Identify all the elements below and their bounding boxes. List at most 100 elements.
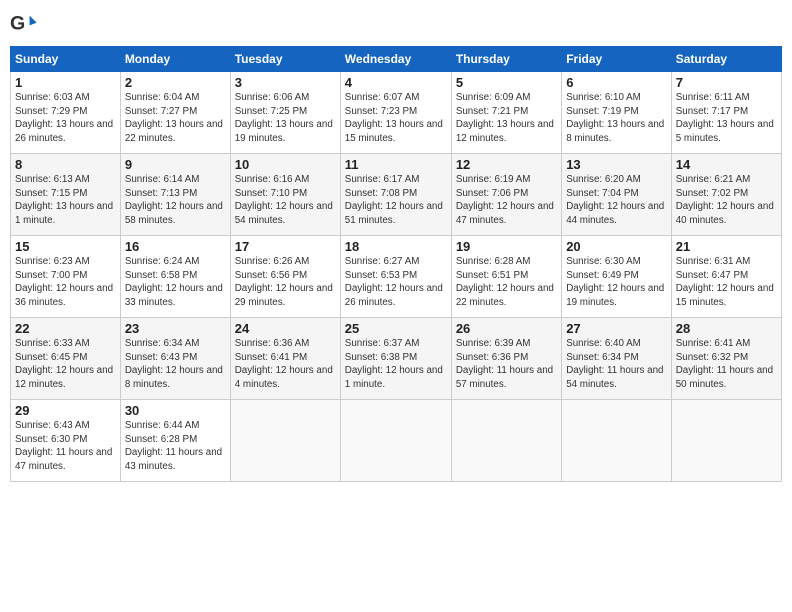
day-number: 5 [456,75,557,90]
day-number: 10 [235,157,336,172]
day-info: Sunrise: 6:09 AMSunset: 7:21 PMDaylight:… [456,92,554,144]
calendar-cell: 21 Sunrise: 6:31 AMSunset: 6:47 PMDaylig… [671,236,781,318]
day-number: 28 [676,321,777,336]
day-number: 21 [676,239,777,254]
calendar-cell: 10 Sunrise: 6:16 AMSunset: 7:10 PMDaylig… [230,154,340,236]
day-info: Sunrise: 6:34 AMSunset: 6:43 PMDaylight:… [125,338,223,390]
calendar-cell: 23 Sunrise: 6:34 AMSunset: 6:43 PMDaylig… [120,318,230,400]
day-info: Sunrise: 6:26 AMSunset: 6:56 PMDaylight:… [235,256,333,308]
day-number: 2 [125,75,226,90]
calendar-cell: 15 Sunrise: 6:23 AMSunset: 7:00 PMDaylig… [11,236,121,318]
calendar-cell: 3 Sunrise: 6:06 AMSunset: 7:25 PMDayligh… [230,72,340,154]
day-info: Sunrise: 6:16 AMSunset: 7:10 PMDaylight:… [235,174,333,226]
day-info: Sunrise: 6:24 AMSunset: 6:58 PMDaylight:… [125,256,223,308]
day-number: 19 [456,239,557,254]
day-info: Sunrise: 6:27 AMSunset: 6:53 PMDaylight:… [345,256,443,308]
day-info: Sunrise: 6:30 AMSunset: 6:49 PMDaylight:… [566,256,664,308]
calendar-cell: 25 Sunrise: 6:37 AMSunset: 6:38 PMDaylig… [340,318,451,400]
weekday-header-thursday: Thursday [451,47,561,72]
calendar-cell: 5 Sunrise: 6:09 AMSunset: 7:21 PMDayligh… [451,72,561,154]
day-number: 30 [125,403,226,418]
day-info: Sunrise: 6:20 AMSunset: 7:04 PMDaylight:… [566,174,664,226]
calendar-cell [451,400,561,482]
day-number: 26 [456,321,557,336]
weekday-header-sunday: Sunday [11,47,121,72]
day-number: 29 [15,403,116,418]
day-info: Sunrise: 6:28 AMSunset: 6:51 PMDaylight:… [456,256,554,308]
day-info: Sunrise: 6:21 AMSunset: 7:02 PMDaylight:… [676,174,774,226]
calendar-cell [671,400,781,482]
day-info: Sunrise: 6:14 AMSunset: 7:13 PMDaylight:… [125,174,223,226]
calendar-cell: 8 Sunrise: 6:13 AMSunset: 7:15 PMDayligh… [11,154,121,236]
day-number: 12 [456,157,557,172]
day-info: Sunrise: 6:36 AMSunset: 6:41 PMDaylight:… [235,338,333,390]
day-number: 1 [15,75,116,90]
calendar-cell: 6 Sunrise: 6:10 AMSunset: 7:19 PMDayligh… [562,72,672,154]
day-number: 15 [15,239,116,254]
calendar-cell: 11 Sunrise: 6:17 AMSunset: 7:08 PMDaylig… [340,154,451,236]
calendar-week-row: 1 Sunrise: 6:03 AMSunset: 7:29 PMDayligh… [11,72,782,154]
calendar-cell: 30 Sunrise: 6:44 AMSunset: 6:28 PMDaylig… [120,400,230,482]
day-info: Sunrise: 6:44 AMSunset: 6:28 PMDaylight:… [125,420,222,472]
svg-text:G: G [10,13,25,35]
day-number: 14 [676,157,777,172]
day-number: 7 [676,75,777,90]
day-info: Sunrise: 6:43 AMSunset: 6:30 PMDaylight:… [15,420,112,472]
calendar-cell: 29 Sunrise: 6:43 AMSunset: 6:30 PMDaylig… [11,400,121,482]
calendar-cell: 9 Sunrise: 6:14 AMSunset: 7:13 PMDayligh… [120,154,230,236]
page-header: G [10,10,782,38]
day-number: 22 [15,321,116,336]
calendar-cell [562,400,672,482]
logo: G [10,10,42,38]
day-info: Sunrise: 6:33 AMSunset: 6:45 PMDaylight:… [15,338,113,390]
calendar-week-row: 8 Sunrise: 6:13 AMSunset: 7:15 PMDayligh… [11,154,782,236]
day-number: 16 [125,239,226,254]
weekday-header-tuesday: Tuesday [230,47,340,72]
calendar-week-row: 22 Sunrise: 6:33 AMSunset: 6:45 PMDaylig… [11,318,782,400]
day-info: Sunrise: 6:13 AMSunset: 7:15 PMDaylight:… [15,174,113,226]
calendar-cell: 24 Sunrise: 6:36 AMSunset: 6:41 PMDaylig… [230,318,340,400]
day-number: 25 [345,321,447,336]
day-info: Sunrise: 6:23 AMSunset: 7:00 PMDaylight:… [15,256,113,308]
calendar-cell: 14 Sunrise: 6:21 AMSunset: 7:02 PMDaylig… [671,154,781,236]
day-info: Sunrise: 6:40 AMSunset: 6:34 PMDaylight:… [566,338,663,390]
weekday-header-saturday: Saturday [671,47,781,72]
day-number: 3 [235,75,336,90]
calendar-cell: 26 Sunrise: 6:39 AMSunset: 6:36 PMDaylig… [451,318,561,400]
calendar-cell: 16 Sunrise: 6:24 AMSunset: 6:58 PMDaylig… [120,236,230,318]
day-info: Sunrise: 6:37 AMSunset: 6:38 PMDaylight:… [345,338,443,390]
calendar-cell: 4 Sunrise: 6:07 AMSunset: 7:23 PMDayligh… [340,72,451,154]
day-info: Sunrise: 6:39 AMSunset: 6:36 PMDaylight:… [456,338,553,390]
day-number: 13 [566,157,667,172]
day-number: 9 [125,157,226,172]
calendar-cell: 2 Sunrise: 6:04 AMSunset: 7:27 PMDayligh… [120,72,230,154]
day-number: 8 [15,157,116,172]
calendar-header-row: SundayMondayTuesdayWednesdayThursdayFrid… [11,47,782,72]
day-info: Sunrise: 6:31 AMSunset: 6:47 PMDaylight:… [676,256,774,308]
calendar-cell: 12 Sunrise: 6:19 AMSunset: 7:06 PMDaylig… [451,154,561,236]
day-info: Sunrise: 6:03 AMSunset: 7:29 PMDaylight:… [15,92,113,144]
calendar-cell: 27 Sunrise: 6:40 AMSunset: 6:34 PMDaylig… [562,318,672,400]
weekday-header-friday: Friday [562,47,672,72]
calendar-week-row: 15 Sunrise: 6:23 AMSunset: 7:00 PMDaylig… [11,236,782,318]
calendar-cell: 18 Sunrise: 6:27 AMSunset: 6:53 PMDaylig… [340,236,451,318]
calendar-cell: 17 Sunrise: 6:26 AMSunset: 6:56 PMDaylig… [230,236,340,318]
calendar-cell: 28 Sunrise: 6:41 AMSunset: 6:32 PMDaylig… [671,318,781,400]
day-number: 4 [345,75,447,90]
calendar-cell: 13 Sunrise: 6:20 AMSunset: 7:04 PMDaylig… [562,154,672,236]
calendar-cell: 20 Sunrise: 6:30 AMSunset: 6:49 PMDaylig… [562,236,672,318]
weekday-header-monday: Monday [120,47,230,72]
day-info: Sunrise: 6:41 AMSunset: 6:32 PMDaylight:… [676,338,773,390]
calendar-week-row: 29 Sunrise: 6:43 AMSunset: 6:30 PMDaylig… [11,400,782,482]
calendar-cell: 22 Sunrise: 6:33 AMSunset: 6:45 PMDaylig… [11,318,121,400]
calendar-cell: 7 Sunrise: 6:11 AMSunset: 7:17 PMDayligh… [671,72,781,154]
calendar-cell: 19 Sunrise: 6:28 AMSunset: 6:51 PMDaylig… [451,236,561,318]
weekday-header-wednesday: Wednesday [340,47,451,72]
day-info: Sunrise: 6:04 AMSunset: 7:27 PMDaylight:… [125,92,223,144]
day-number: 23 [125,321,226,336]
day-number: 6 [566,75,667,90]
day-number: 17 [235,239,336,254]
day-number: 18 [345,239,447,254]
day-number: 20 [566,239,667,254]
logo-icon: G [10,10,38,38]
